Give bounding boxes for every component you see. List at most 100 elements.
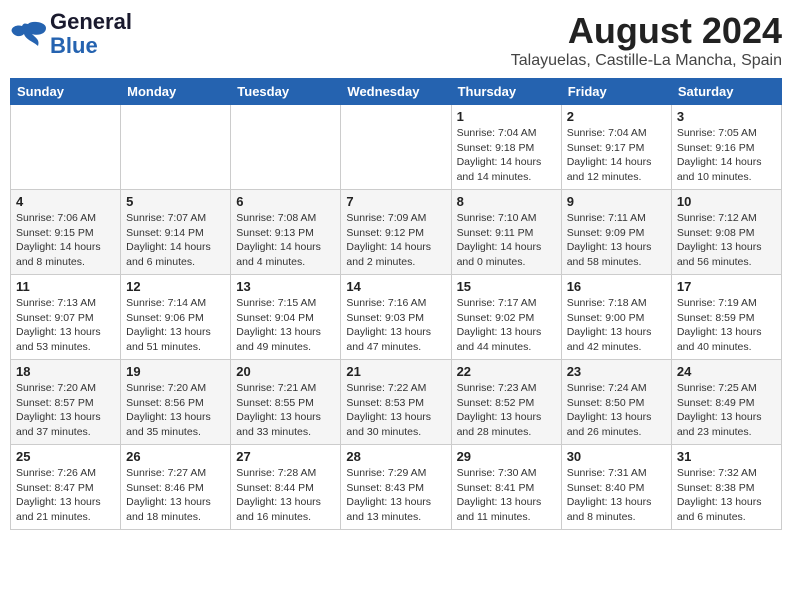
logo-bird-icon [10,20,48,48]
day-number: 15 [457,279,556,294]
day-number: 17 [677,279,776,294]
day-number: 26 [126,449,225,464]
header: GeneralBlue August 2024 Talayuelas, Cast… [10,10,782,70]
day-number: 20 [236,364,335,379]
calendar-week-row: 4 Sunrise: 7:06 AM Sunset: 9:15 PM Daylig… [11,190,782,275]
day-number: 18 [16,364,115,379]
day-info: Sunrise: 7:06 AM Sunset: 9:15 PM Dayligh… [16,211,115,270]
day-number: 21 [346,364,445,379]
calendar-day-cell: 16 Sunrise: 7:18 AM Sunset: 9:00 PM Dayli… [561,275,671,360]
day-info: Sunrise: 7:13 AM Sunset: 9:07 PM Dayligh… [16,296,115,355]
calendar-day-cell: 2 Sunrise: 7:04 AM Sunset: 9:17 PM Daylig… [561,105,671,190]
day-number: 29 [457,449,556,464]
day-info: Sunrise: 7:17 AM Sunset: 9:02 PM Dayligh… [457,296,556,355]
weekday-header-cell: Tuesday [231,79,341,105]
day-number: 5 [126,194,225,209]
day-number: 1 [457,109,556,124]
calendar-day-cell [11,105,121,190]
day-info: Sunrise: 7:05 AM Sunset: 9:16 PM Dayligh… [677,126,776,185]
calendar-day-cell: 26 Sunrise: 7:27 AM Sunset: 8:46 PM Dayli… [121,445,231,530]
calendar-day-cell: 19 Sunrise: 7:20 AM Sunset: 8:56 PM Dayli… [121,360,231,445]
calendar-day-cell: 5 Sunrise: 7:07 AM Sunset: 9:14 PM Daylig… [121,190,231,275]
weekday-header-cell: Sunday [11,79,121,105]
day-number: 6 [236,194,335,209]
day-info: Sunrise: 7:20 AM Sunset: 8:57 PM Dayligh… [16,381,115,440]
day-info: Sunrise: 7:29 AM Sunset: 8:43 PM Dayligh… [346,466,445,525]
calendar-day-cell [341,105,451,190]
calendar-day-cell: 27Sunrise: 7:28 AM Sunset: 8:44 PM Dayli… [231,445,341,530]
day-number: 10 [677,194,776,209]
day-number: 22 [457,364,556,379]
day-info: Sunrise: 7:04 AM Sunset: 9:17 PM Dayligh… [567,126,666,185]
logo: GeneralBlue [10,10,132,58]
day-number: 28 [346,449,445,464]
calendar-day-cell: 18 Sunrise: 7:20 AM Sunset: 8:57 PM Dayli… [11,360,121,445]
calendar-day-cell: 8 Sunrise: 7:10 AM Sunset: 9:11 PM Daylig… [451,190,561,275]
day-info: Sunrise: 7:30 AM Sunset: 8:41 PM Dayligh… [457,466,556,525]
day-number: 7 [346,194,445,209]
calendar-day-cell: 4 Sunrise: 7:06 AM Sunset: 9:15 PM Daylig… [11,190,121,275]
calendar-day-cell: 29 Sunrise: 7:30 AM Sunset: 8:41 PM Dayli… [451,445,561,530]
calendar-day-cell: 14 Sunrise: 7:16 AM Sunset: 9:03 PM Dayli… [341,275,451,360]
calendar-day-cell: 28 Sunrise: 7:29 AM Sunset: 8:43 PM Dayli… [341,445,451,530]
weekday-header-cell: Saturday [671,79,781,105]
calendar-week-row: 11 Sunrise: 7:13 AM Sunset: 9:07 PM Dayli… [11,275,782,360]
day-number: 2 [567,109,666,124]
day-number: 16 [567,279,666,294]
day-info: Sunrise: 7:27 AM Sunset: 8:46 PM Dayligh… [126,466,225,525]
calendar-day-cell: 11 Sunrise: 7:13 AM Sunset: 9:07 PM Dayli… [11,275,121,360]
day-info: Sunrise: 7:25 AM Sunset: 8:49 PM Dayligh… [677,381,776,440]
day-number: 30 [567,449,666,464]
day-info: Sunrise: 7:08 AM Sunset: 9:13 PM Dayligh… [236,211,335,270]
month-year-title: August 2024 [511,10,782,52]
day-info: Sunrise: 7:12 AM Sunset: 9:08 PM Dayligh… [677,211,776,270]
day-info: Sunrise: 7:11 AM Sunset: 9:09 PM Dayligh… [567,211,666,270]
day-number: 25 [16,449,115,464]
calendar-day-cell: 15 Sunrise: 7:17 AM Sunset: 9:02 PM Dayli… [451,275,561,360]
calendar-day-cell: 24Sunrise: 7:25 AM Sunset: 8:49 PM Dayli… [671,360,781,445]
calendar-day-cell: 22 Sunrise: 7:23 AM Sunset: 8:52 PM Dayli… [451,360,561,445]
calendar-day-cell: 31Sunrise: 7:32 AM Sunset: 8:38 PM Dayli… [671,445,781,530]
calendar-day-cell: 20 Sunrise: 7:21 AM Sunset: 8:55 PM Dayli… [231,360,341,445]
weekday-header-cell: Thursday [451,79,561,105]
calendar-day-cell: 12Sunrise: 7:14 AM Sunset: 9:06 PM Dayli… [121,275,231,360]
day-number: 19 [126,364,225,379]
calendar-day-cell: 17Sunrise: 7:19 AM Sunset: 8:59 PM Dayli… [671,275,781,360]
day-info: Sunrise: 7:32 AM Sunset: 8:38 PM Dayligh… [677,466,776,525]
weekday-header-row: SundayMondayTuesdayWednesdayThursdayFrid… [11,79,782,105]
calendar-day-cell: 9 Sunrise: 7:11 AM Sunset: 9:09 PM Daylig… [561,190,671,275]
day-info: Sunrise: 7:28 AM Sunset: 8:44 PM Dayligh… [236,466,335,525]
day-info: Sunrise: 7:16 AM Sunset: 9:03 PM Dayligh… [346,296,445,355]
weekday-header-cell: Wednesday [341,79,451,105]
day-info: Sunrise: 7:23 AM Sunset: 8:52 PM Dayligh… [457,381,556,440]
day-number: 13 [236,279,335,294]
day-number: 3 [677,109,776,124]
calendar-day-cell: 21 Sunrise: 7:22 AM Sunset: 8:53 PM Dayli… [341,360,451,445]
calendar-day-cell: 7 Sunrise: 7:09 AM Sunset: 9:12 PM Daylig… [341,190,451,275]
day-info: Sunrise: 7:10 AM Sunset: 9:11 PM Dayligh… [457,211,556,270]
calendar-week-row: 25 Sunrise: 7:26 AM Sunset: 8:47 PM Dayli… [11,445,782,530]
day-info: Sunrise: 7:22 AM Sunset: 8:53 PM Dayligh… [346,381,445,440]
calendar-week-row: 18 Sunrise: 7:20 AM Sunset: 8:57 PM Dayli… [11,360,782,445]
day-info: Sunrise: 7:31 AM Sunset: 8:40 PM Dayligh… [567,466,666,525]
calendar-day-cell: 6 Sunrise: 7:08 AM Sunset: 9:13 PM Daylig… [231,190,341,275]
day-info: Sunrise: 7:18 AM Sunset: 9:00 PM Dayligh… [567,296,666,355]
day-info: Sunrise: 7:21 AM Sunset: 8:55 PM Dayligh… [236,381,335,440]
day-info: Sunrise: 7:15 AM Sunset: 9:04 PM Dayligh… [236,296,335,355]
day-number: 9 [567,194,666,209]
day-number: 11 [16,279,115,294]
day-number: 4 [16,194,115,209]
location-subtitle: Talayuelas, Castille-La Mancha, Spain [511,52,782,70]
day-info: Sunrise: 7:20 AM Sunset: 8:56 PM Dayligh… [126,381,225,440]
title-area: August 2024 Talayuelas, Castille-La Manc… [511,10,782,70]
day-info: Sunrise: 7:07 AM Sunset: 9:14 PM Dayligh… [126,211,225,270]
calendar-day-cell: 23Sunrise: 7:24 AM Sunset: 8:50 PM Dayli… [561,360,671,445]
day-info: Sunrise: 7:26 AM Sunset: 8:47 PM Dayligh… [16,466,115,525]
calendar-table: SundayMondayTuesdayWednesdayThursdayFrid… [10,78,782,530]
day-number: 14 [346,279,445,294]
day-info: Sunrise: 7:04 AM Sunset: 9:18 PM Dayligh… [457,126,556,185]
day-info: Sunrise: 7:09 AM Sunset: 9:12 PM Dayligh… [346,211,445,270]
calendar-day-cell: 3 Sunrise: 7:05 AM Sunset: 9:16 PM Daylig… [671,105,781,190]
day-number: 8 [457,194,556,209]
weekday-header-cell: Friday [561,79,671,105]
